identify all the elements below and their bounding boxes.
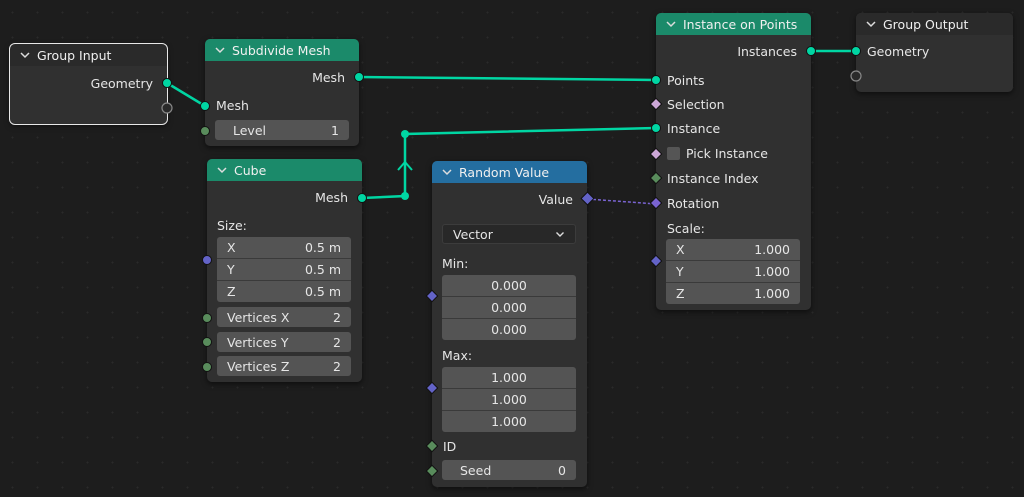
group-input-node[interactable]: Group Input Geometry (9, 43, 168, 125)
size-z[interactable]: Z 0.5 m (217, 281, 351, 302)
output-value: Value (538, 191, 573, 207)
group-output-node[interactable]: Group Output Geometry (856, 13, 1013, 92)
output-geometry: Geometry (90, 75, 153, 91)
level-field[interactable]: Level 1 (215, 120, 349, 140)
node-header[interactable]: Cube (207, 159, 362, 181)
subdivide-mesh-node[interactable]: Subdivide Mesh Mesh Mesh Level 1 (205, 39, 359, 146)
chevron-down-icon (556, 232, 564, 237)
node-header[interactable]: Subdivide Mesh (205, 39, 359, 61)
scale-vector-field[interactable]: X 1.000 Y 1.000 Z 1.000 (666, 239, 800, 304)
instance-on-points-node[interactable]: Instance on Points Instances Points Sele… (656, 13, 811, 310)
min-y[interactable]: 0.000 (442, 297, 576, 319)
scale-z[interactable]: Z 1.000 (666, 283, 800, 304)
input-instance-index: Instance Index (667, 170, 759, 186)
node-title: Group Input (37, 47, 112, 63)
node-header[interactable]: Instance on Points (656, 13, 811, 35)
node-title: Instance on Points (683, 16, 798, 32)
vertices-x-field[interactable]: Vertices X2 (217, 307, 351, 327)
max-label: Max: (442, 347, 473, 363)
cube-node[interactable]: Cube Mesh Size: X 0.5 m Y 0.5 m Z 0.5 m Ver… (207, 159, 362, 382)
chevron-down-icon[interactable] (216, 164, 228, 176)
size-x[interactable]: X 0.5 m (217, 237, 351, 259)
size-y[interactable]: Y 0.5 m (217, 259, 351, 281)
data-type-dropdown[interactable]: Vector (442, 224, 576, 244)
min-vector-field[interactable]: 0.000 0.000 0.000 (442, 275, 576, 340)
node-title: Group Output (883, 16, 969, 32)
chevron-down-icon[interactable] (665, 18, 677, 30)
size-label: Size: (217, 217, 247, 233)
size-vector-field[interactable]: X 0.5 m Y 0.5 m Z 0.5 m (217, 237, 351, 302)
scale-y[interactable]: Y 1.000 (666, 261, 800, 283)
max-x[interactable]: 1.000 (442, 367, 576, 389)
node-header[interactable]: Random Value (432, 161, 587, 183)
node-header[interactable]: Group Input (10, 44, 167, 66)
input-selection: Selection (667, 96, 725, 112)
seed-field[interactable]: Seed 0 (442, 460, 576, 480)
scale-label: Scale: (667, 220, 705, 236)
node-title: Subdivide Mesh (232, 42, 331, 58)
random-value-node[interactable]: Random Value Value Vector Min: 0.000 0.0… (432, 161, 587, 487)
link-subdivide-to-points (358, 75, 657, 82)
input-instance: Instance (667, 120, 721, 136)
max-vector-field[interactable]: 1.000 1.000 1.000 (442, 367, 576, 432)
min-z[interactable]: 0.000 (442, 319, 576, 340)
pick-instance-checkbox[interactable]: Pick Instance (656, 142, 811, 164)
chevron-down-icon[interactable] (865, 18, 877, 30)
min-label: Min: (442, 255, 469, 271)
input-geometry: Geometry (867, 43, 930, 59)
input-rotation: Rotation (667, 195, 720, 211)
input-points: Points (667, 72, 705, 88)
chevron-down-icon[interactable] (214, 44, 226, 56)
input-mesh: Mesh (216, 97, 249, 113)
output-instances: Instances (737, 43, 797, 59)
scale-x[interactable]: X 1.000 (666, 239, 800, 261)
max-z[interactable]: 1.000 (442, 411, 576, 432)
node-header[interactable]: Group Output (856, 13, 1013, 35)
node-title: Cube (234, 162, 267, 178)
vertices-z-field[interactable]: Vertices Z2 (217, 356, 351, 376)
input-id: ID (443, 438, 457, 454)
output-mesh: Mesh (315, 189, 348, 205)
vertices-y-field[interactable]: Vertices Y2 (217, 332, 351, 352)
node-title: Random Value (459, 164, 550, 180)
min-x[interactable]: 0.000 (442, 275, 576, 297)
checkbox-icon[interactable] (667, 146, 680, 160)
link-value-to-rotation (587, 198, 657, 205)
chevron-down-icon[interactable] (441, 166, 453, 178)
max-y[interactable]: 1.000 (442, 389, 576, 411)
chevron-down-icon[interactable] (19, 49, 31, 61)
link-geometry-to-subdivide (166, 81, 206, 108)
output-mesh: Mesh (312, 69, 345, 85)
